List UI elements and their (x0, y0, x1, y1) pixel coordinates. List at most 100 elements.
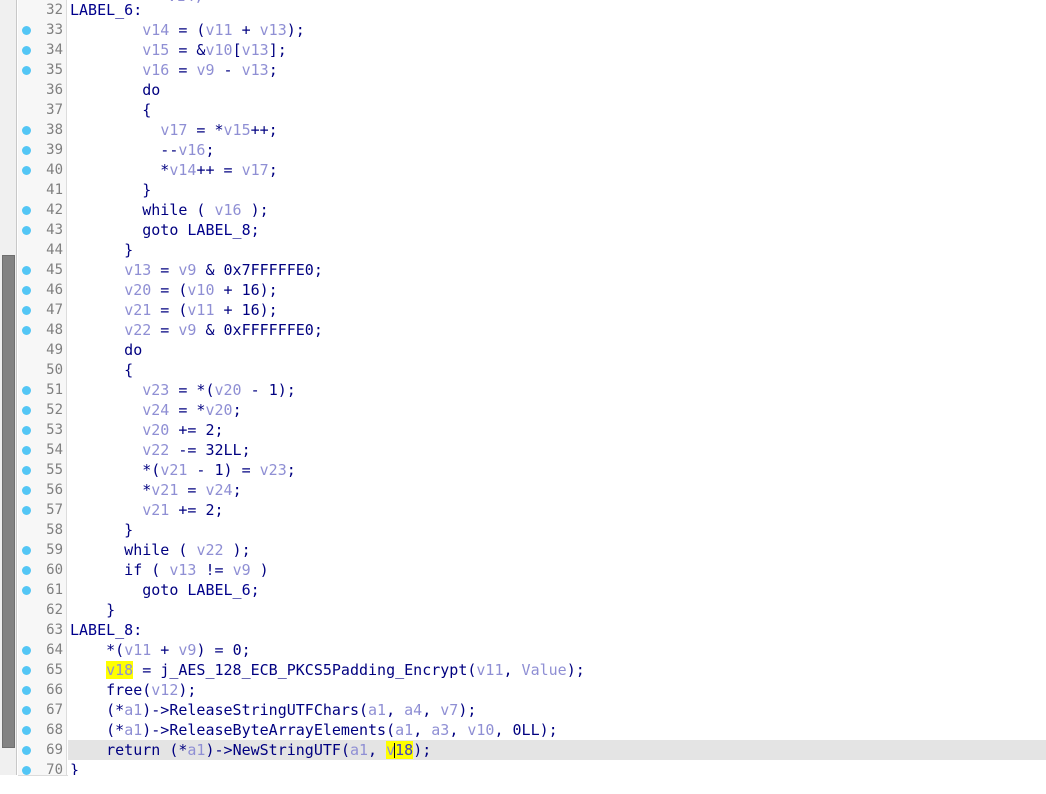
gutter-row[interactable]: 41 (18, 180, 67, 200)
code-token[interactable]: ; (242, 641, 251, 659)
breakpoint-dot-icon[interactable] (22, 546, 31, 555)
code-token[interactable]: ); (540, 721, 558, 739)
code-token[interactable]: v22 (124, 321, 151, 339)
gutter-row[interactable]: 47 (18, 300, 67, 320)
code-token[interactable]: NewStringUTF (233, 741, 341, 759)
breakpoint-dot-icon[interactable] (22, 206, 31, 215)
code-line[interactable]: v22 -= 32LL; (68, 440, 1046, 460)
code-token[interactable]: v11 (187, 301, 214, 319)
code-token[interactable]: = *( (169, 381, 214, 399)
code-line[interactable]: v14 = (v11 + v13); (68, 20, 1046, 40)
breakpoint-dot-icon[interactable] (22, 486, 31, 495)
code-token[interactable]: v13 (169, 561, 196, 579)
code-token[interactable]: ); (413, 741, 431, 759)
code-token[interactable]: LABEL_6: (70, 1, 142, 19)
code-token[interactable]: = * (169, 401, 205, 419)
code-token[interactable]: ( (386, 721, 395, 739)
gutter-row[interactable]: 49 (18, 340, 67, 360)
code-token[interactable]: )-> (142, 721, 169, 739)
code-line[interactable]: v18 = j_AES_128_ECB_PKCS5Padding_Encrypt… (68, 660, 1046, 680)
code-line[interactable]: { (68, 100, 1046, 120)
code-token[interactable]: return (70, 741, 160, 759)
code-line[interactable]: v24 = *v20; (68, 400, 1046, 420)
code-line[interactable]: --v16; (68, 140, 1046, 160)
code-token[interactable]: v11 (476, 661, 503, 679)
code-token[interactable]: v23 (142, 381, 169, 399)
code-token[interactable]: ); (178, 681, 196, 699)
code-token[interactable]: v15 (142, 41, 169, 59)
breakpoint-dot-icon[interactable] (22, 226, 31, 235)
code-token[interactable]: v21 (160, 461, 187, 479)
code-token[interactable]: } (70, 521, 133, 539)
breakpoint-dot-icon[interactable] (22, 26, 31, 35)
code-token[interactable]: (* (70, 721, 124, 739)
breakpoint-dot-icon[interactable] (22, 66, 31, 75)
code-token[interactable]: ( (359, 701, 368, 719)
code-line[interactable]: if ( v13 != v9 ) (68, 560, 1046, 580)
code-token[interactable]: ; (269, 61, 278, 79)
code-token[interactable]: 32LL (205, 441, 241, 459)
code-token[interactable]: v21 (142, 501, 169, 519)
code-token[interactable]: a3 (431, 721, 449, 739)
gutter-row[interactable]: 63 (18, 620, 67, 640)
code-line[interactable]: v15 = &v10[v13]; (68, 40, 1046, 60)
gutter-row[interactable]: 64 (18, 640, 67, 660)
code-line[interactable]: } (68, 520, 1046, 540)
code-token[interactable]: while (70, 201, 187, 219)
code-token[interactable]: } (70, 181, 151, 199)
code-token[interactable]: a1 (124, 721, 142, 739)
gutter-row[interactable]: 65 (18, 660, 67, 680)
code-line[interactable]: do (68, 340, 1046, 360)
code-token[interactable]: * (70, 481, 151, 499)
code-token[interactable]: 1 (215, 461, 224, 479)
code-token[interactable]: = ( (151, 301, 187, 319)
code-token[interactable]: (* (160, 741, 187, 759)
code-token[interactable]: v20 (142, 421, 169, 439)
gutter-row[interactable]: 57 (18, 500, 67, 520)
code-line[interactable]: while ( v16 ); (68, 200, 1046, 220)
code-token[interactable]: v24 (142, 401, 169, 419)
code-token[interactable]: = (133, 661, 160, 679)
code-text-area[interactable]: v14; LABEL_6: v14 = (v11 + v13); v15 = &… (68, 0, 1046, 794)
code-line[interactable]: *v14++ = v17; (68, 160, 1046, 180)
breakpoint-dot-icon[interactable] (22, 666, 31, 675)
code-token[interactable] (70, 261, 124, 279)
code-token[interactable] (70, 501, 142, 519)
code-token[interactable]: - (215, 61, 242, 79)
code-token[interactable]: 0 (233, 641, 242, 659)
gutter-row[interactable]: 62 (18, 600, 67, 620)
code-token[interactable]: v21 (151, 481, 178, 499)
code-token[interactable]: 0x7FFFFFE0 (224, 261, 314, 279)
breakpoint-dot-icon[interactable] (22, 506, 31, 515)
code-token[interactable]: ); (260, 281, 278, 299)
code-token[interactable]: goto (70, 581, 178, 599)
code-token[interactable]: ( (187, 201, 214, 219)
code-token[interactable] (70, 301, 124, 319)
code-token[interactable]: ; (314, 321, 323, 339)
code-token[interactable]: ; (269, 161, 278, 179)
code-token[interactable]: LABEL_8; (187, 221, 259, 239)
code-token[interactable]: v22 (196, 541, 223, 559)
code-token[interactable]: v10 (467, 721, 494, 739)
code-line[interactable]: while ( v22 ); (68, 540, 1046, 560)
code-token[interactable]: v7 (440, 701, 458, 719)
code-token[interactable]: , (422, 701, 440, 719)
gutter-row[interactable]: 37 (18, 100, 67, 120)
code-line[interactable]: *v21 = v24; (68, 480, 1046, 500)
code-token[interactable]: *( (70, 461, 160, 479)
code-token[interactable]: v17 (242, 161, 269, 179)
gutter-row[interactable]: 61 (18, 580, 67, 600)
code-token[interactable]: 16 (242, 281, 260, 299)
code-token[interactable]: v20 (215, 381, 242, 399)
code-token[interactable]: j_AES_128_ECB_PKCS5Padding_Encrypt (160, 661, 467, 679)
code-token[interactable] (70, 61, 142, 79)
code-token[interactable]: v13 (124, 261, 151, 279)
code-token[interactable]: + (215, 301, 242, 319)
code-token[interactable]: * (70, 161, 169, 179)
gutter-row[interactable]: 40 (18, 160, 67, 180)
code-token[interactable]: & (196, 261, 223, 279)
code-token[interactable]: v24 (205, 481, 232, 499)
code-token[interactable]: ); (260, 301, 278, 319)
breakpoint-dot-icon[interactable] (22, 746, 31, 755)
breakpoint-dot-icon[interactable] (22, 706, 31, 715)
